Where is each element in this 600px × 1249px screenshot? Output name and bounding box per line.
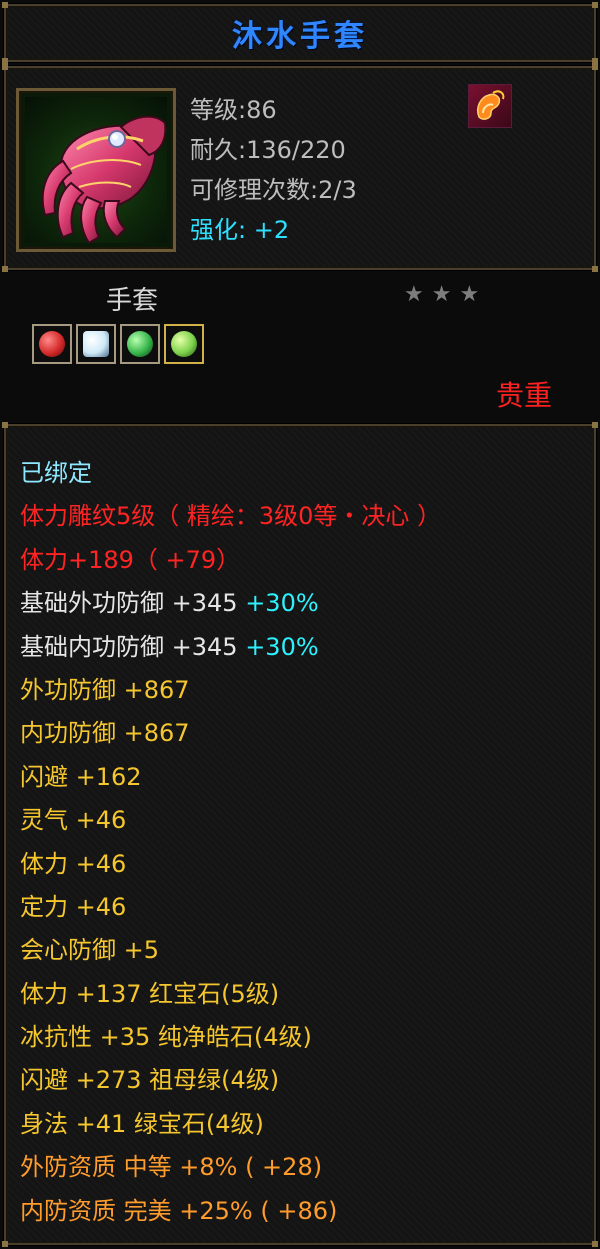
- crit-def-attr: 会心防御 +5: [20, 936, 160, 965]
- stamina-attr: 体力 +46: [20, 849, 127, 878]
- gem-attr-2: 冰抗性 +35 纯净皓石(4级): [20, 1023, 312, 1052]
- attributes-panel: 已绑定 体力雕纹5级（ 精绘：3级0等・决心 ） 体力+189（ +79） 基础…: [2, 422, 598, 1247]
- item-repair-count: 可修理次数:2/3: [190, 176, 357, 204]
- base-ext-def-pct: +30%: [245, 589, 319, 618]
- gem-attr-4: 身法 +41 绿宝石(4级): [20, 1109, 264, 1138]
- int-quality-attr: 内防资质 完美 +25% ( +86): [20, 1196, 338, 1225]
- dodge-attr: 闪避 +162: [20, 762, 142, 791]
- int-def-attr: 内功防御 +867: [20, 719, 190, 748]
- engrave-attr: 体力雕纹5级（ 精绘：3级0等・决心 ）: [20, 502, 442, 531]
- gem-slot[interactable]: [76, 324, 116, 364]
- gem-attr-1: 体力 +137 红宝石(5级): [20, 979, 280, 1008]
- item-type: 手套: [106, 286, 159, 316]
- item-meta-panel: 手套 ★ ★ ★ 贵重: [4, 274, 596, 420]
- item-level: 等级:86: [190, 96, 277, 124]
- red-gem-icon: [39, 331, 65, 357]
- attribute-list: 已绑定 体力雕纹5级（ 精绘：3级0等・决心 ） 体力+189（ +79） 基础…: [20, 452, 584, 1233]
- ext-quality-attr: 外防资质 中等 +8% ( +28): [20, 1153, 323, 1182]
- base-ext-def-attr: 基础外功防御 +345 +30%: [20, 582, 584, 625]
- ext-def-attr: 外功防御 +867: [20, 675, 190, 704]
- base-int-def-attr: 基础内功防御 +345 +30%: [20, 626, 584, 669]
- gauntlet-icon: [25, 97, 167, 243]
- gem-slot[interactable]: [164, 324, 204, 364]
- flame-fist-icon: [468, 84, 512, 128]
- rarity-label: 贵重: [495, 379, 552, 412]
- star-icon: ★: [431, 282, 452, 307]
- gem-slot[interactable]: [120, 324, 160, 364]
- item-icon-frame: [16, 88, 176, 252]
- item-name: 沐水手套: [232, 19, 368, 54]
- base-int-def-value: 基础内功防御 +345: [20, 632, 238, 661]
- bound-status: 已绑定: [20, 459, 92, 487]
- gem-attr-3: 闪避 +273 祖母绿(4级): [20, 1066, 280, 1095]
- star-rating: ★ ★ ★: [404, 284, 479, 306]
- gem-slots: [32, 324, 204, 364]
- spirit-attr: 灵气 +46: [20, 806, 127, 835]
- star-icon: ★: [404, 282, 424, 307]
- focus-attr: 定力 +46: [20, 892, 127, 921]
- gem-slot[interactable]: [32, 324, 72, 364]
- item-info-panel: 等级:86 耐久:136/220 可修理次数:2/3 强化: +2: [2, 64, 598, 272]
- star-icon: ★: [459, 282, 480, 307]
- base-int-def-pct: +30%: [245, 632, 319, 661]
- base-ext-def-value: 基础外功防御 +345: [20, 589, 238, 618]
- green-gem-icon: [171, 331, 197, 357]
- emerald-gem-icon: [127, 331, 153, 357]
- item-durability: 耐久:136/220: [190, 136, 346, 164]
- stamina-total-attr: 体力+189（ +79）: [20, 545, 241, 574]
- item-enhance-level: 强化: +2: [190, 216, 290, 244]
- white-gem-icon: [83, 331, 109, 357]
- title-panel: 沐水手套: [2, 2, 598, 64]
